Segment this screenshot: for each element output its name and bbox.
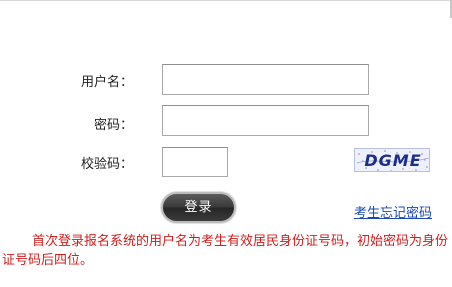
captcha-image[interactable]: DGME <box>354 148 430 172</box>
username-label: 用户名： <box>80 75 133 90</box>
login-page: 用户名： 密码： 校验码： DGME 登录 考生忘记密码 首次登录报名系统的用户… <box>0 0 452 287</box>
login-notice: 首次登录报名系统的用户名为考生有效居民身份证号码，初始密码为身份证号码后四位。 <box>2 234 449 268</box>
password-label: 密码： <box>93 118 133 133</box>
username-input[interactable] <box>162 64 369 95</box>
captcha-label: 校验码： <box>80 157 133 172</box>
login-button[interactable]: 登录 <box>161 192 236 223</box>
forgot-password-link[interactable]: 考生忘记密码 <box>354 202 432 221</box>
password-input[interactable] <box>162 105 369 136</box>
top-divider <box>0 0 452 1</box>
captcha-text: DGME <box>364 151 422 170</box>
captcha-input[interactable] <box>162 147 228 177</box>
